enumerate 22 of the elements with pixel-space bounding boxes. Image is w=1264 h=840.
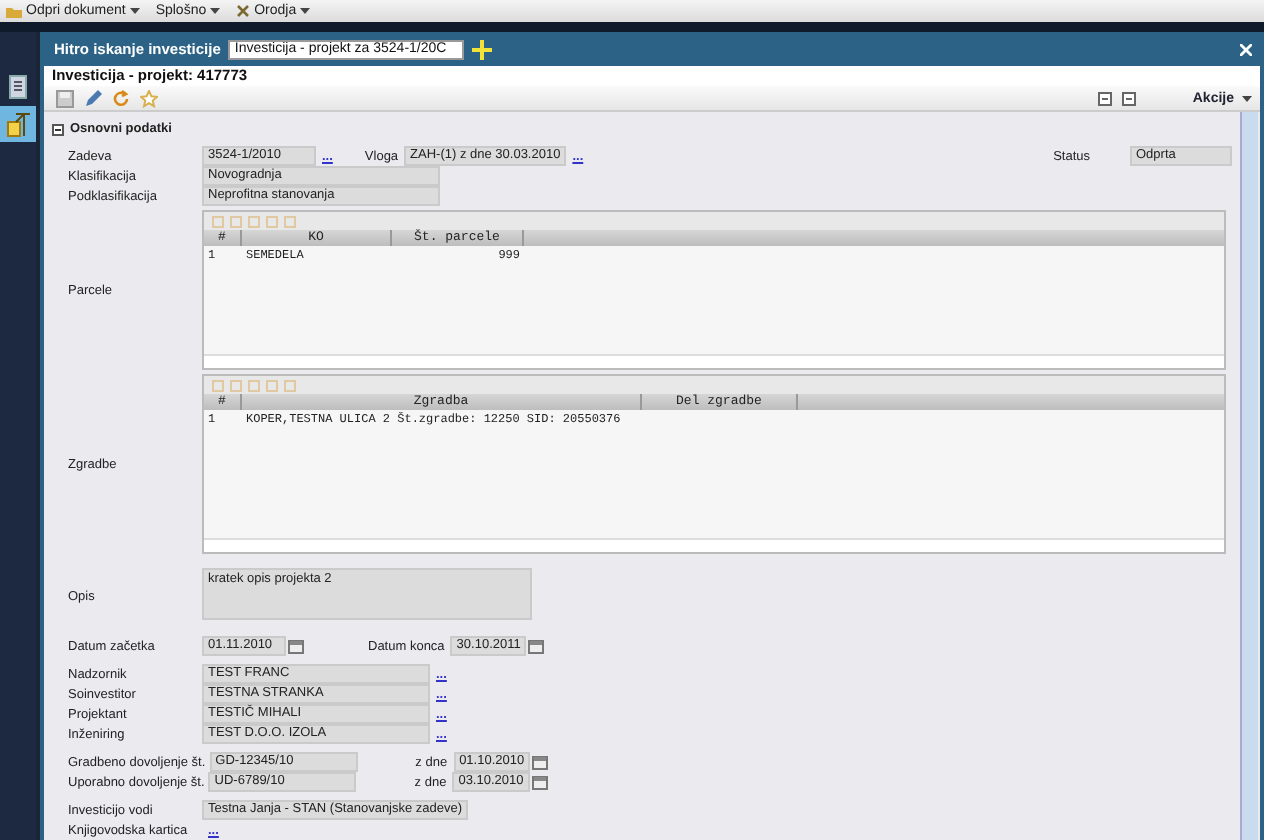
document-icon[interactable] [7, 74, 29, 100]
scrollbar[interactable] [1240, 112, 1258, 840]
plus-icon[interactable] [472, 39, 493, 59]
building-icon[interactable] [0, 106, 36, 142]
caret-icon [129, 8, 140, 14]
refresh-icon[interactable] [112, 89, 130, 107]
close-icon[interactable] [1240, 43, 1252, 55]
calendar-icon[interactable] [528, 638, 545, 654]
save-icon[interactable] [56, 89, 74, 107]
window-icon[interactable] [1122, 90, 1139, 106]
calendar-icon[interactable] [532, 754, 549, 770]
caret-icon [300, 8, 311, 14]
horizontal-scrollbar[interactable] [204, 354, 1224, 368]
calendar-icon[interactable] [288, 638, 304, 654]
caret-icon [210, 8, 221, 14]
collapse-icon[interactable] [52, 123, 64, 135]
calendar-icon[interactable] [531, 774, 548, 790]
window-icon[interactable] [1098, 90, 1115, 106]
caret-icon [1242, 95, 1252, 101]
folder-icon [6, 5, 22, 17]
horizontal-scrollbar[interactable] [204, 538, 1224, 552]
star-icon[interactable] [140, 89, 158, 107]
